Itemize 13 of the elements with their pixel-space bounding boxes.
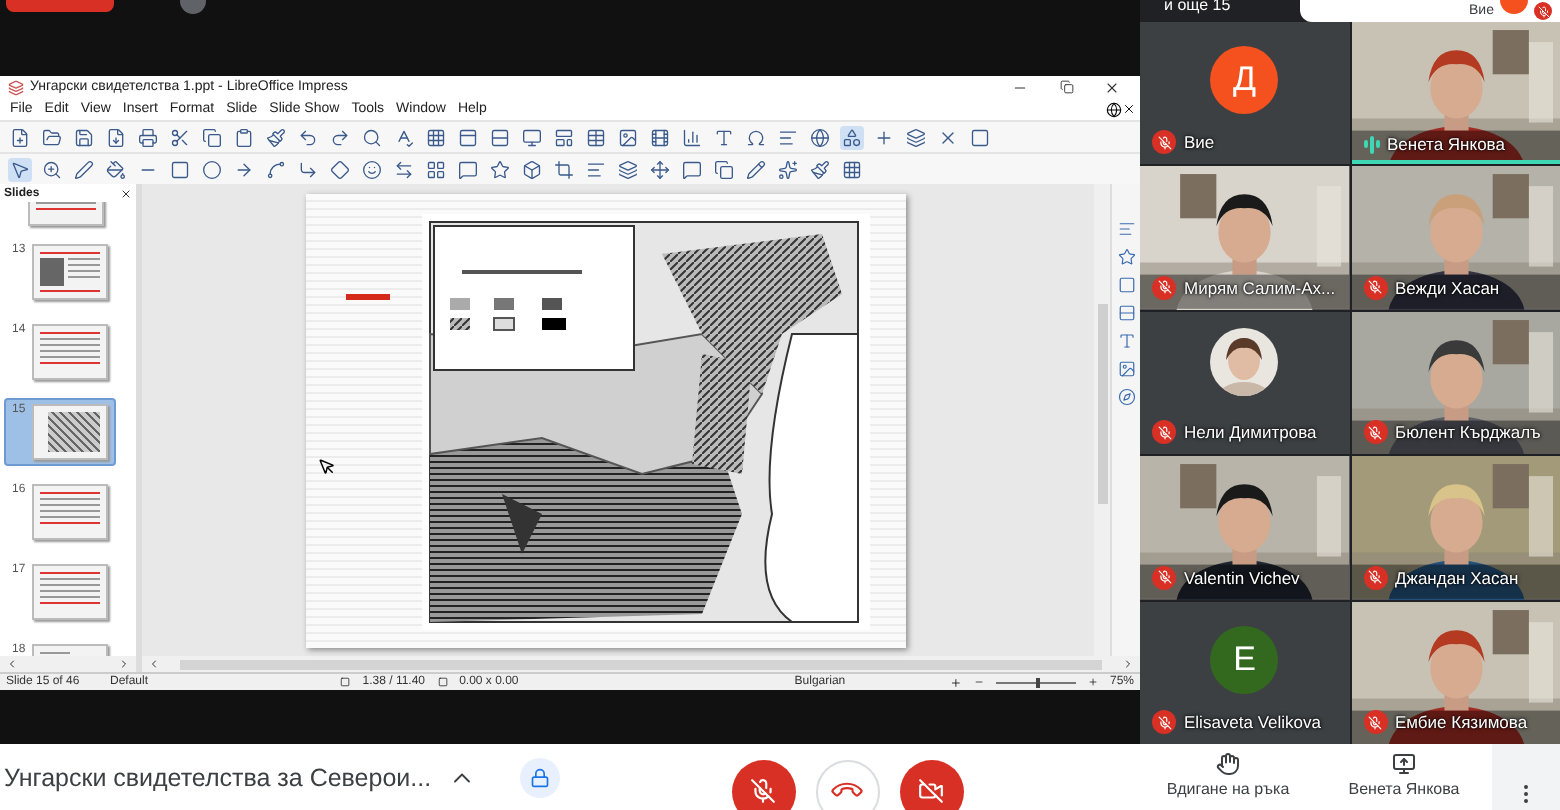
- participant-name: Valentin Vichev: [1184, 567, 1300, 588]
- participant-name: Вие: [1184, 132, 1215, 153]
- meeting-title: Унгарски свидетелства за Северои...: [4, 763, 432, 791]
- participant-name: Мирям Салим-Ах...: [1184, 277, 1336, 298]
- participant-name: Ембие Кязимова: [1395, 712, 1528, 732]
- participant-name: Бюлент Кърджалъ: [1395, 422, 1541, 443]
- avatar: E: [1210, 625, 1279, 694]
- participant-name: Венета Янкова: [1387, 134, 1505, 155]
- participant-name: Elisaveta Velikova: [1184, 712, 1322, 732]
- participant-name: Нели Димитрова: [1184, 422, 1317, 443]
- participant-name: Джандан Хасан: [1395, 567, 1519, 588]
- participant-name: Вежди Хасан: [1395, 277, 1500, 298]
- avatar: Д: [1210, 46, 1279, 114]
